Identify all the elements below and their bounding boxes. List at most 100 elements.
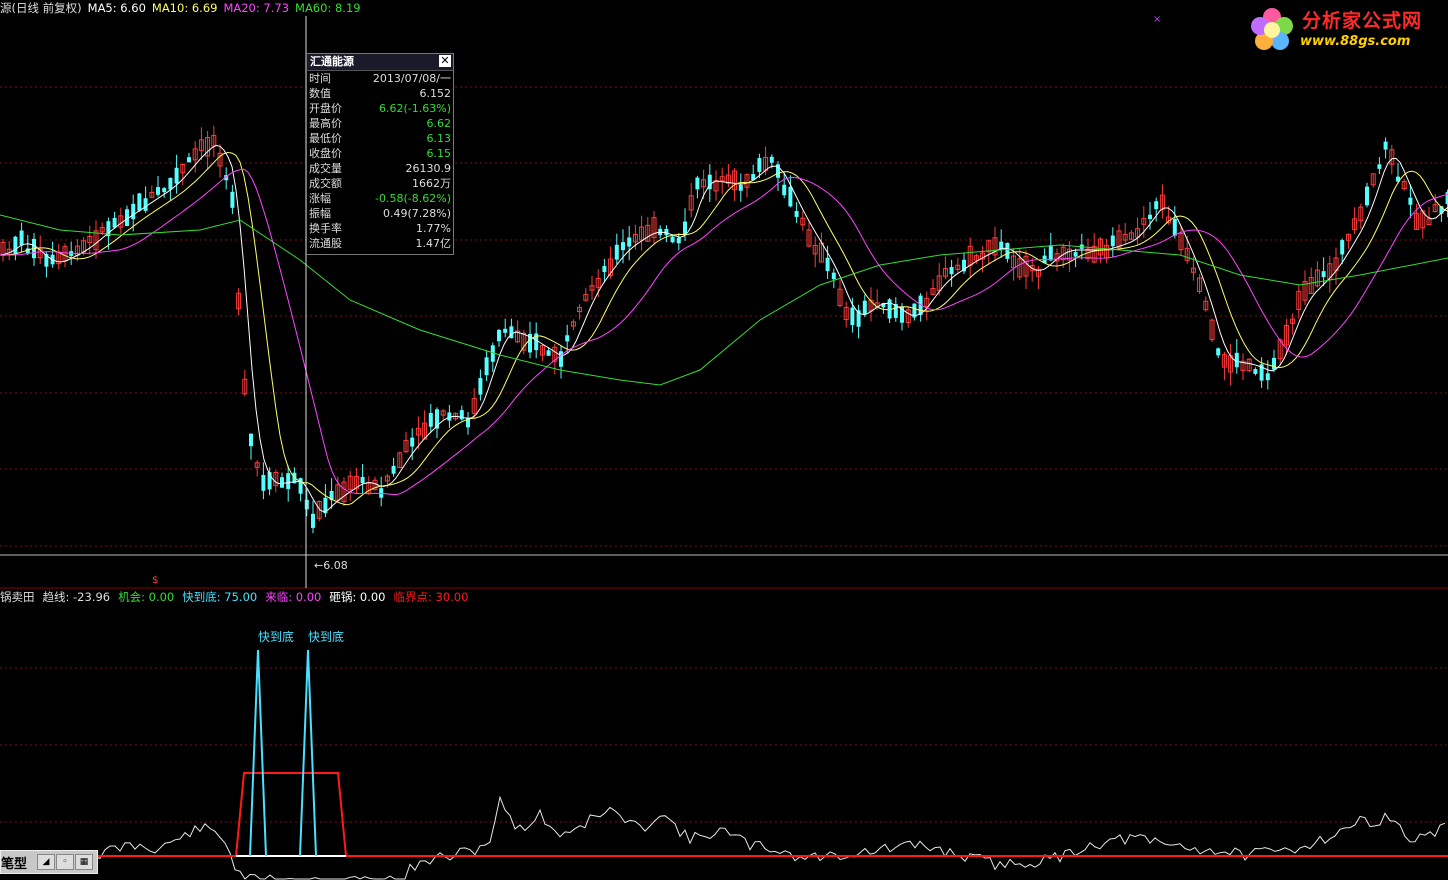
toolbar-button-3[interactable]: ▦: [75, 854, 93, 870]
candle-body: [13, 236, 18, 254]
tooltip-title: 汇通能源: [310, 55, 354, 68]
candle-body: [1340, 240, 1345, 255]
low-price-value: 6.08: [323, 559, 348, 572]
candle-body: [162, 188, 167, 193]
candle-body: [621, 242, 625, 251]
candle-body: [850, 307, 855, 326]
indicator-header: 锅卖田 趋线: -23.96 机会: 0.00 快到底: 75.00 来临: 0.00 砸…: [0, 589, 476, 605]
ma10-label: MA10: 6.69: [151, 1, 218, 15]
tooltip-row: 成交额 1662万: [307, 176, 453, 191]
candle-body: [788, 186, 793, 207]
tooltip-row-label: 最高价: [309, 117, 342, 130]
critical-label: 临界点: 30.00: [393, 590, 469, 604]
near-bottom-label: 快到底: 75.00: [182, 590, 258, 604]
candle-body: [410, 437, 415, 447]
tooltip-row-value: 1.47亿: [415, 237, 452, 250]
tooltip-row: 流通股 1.47亿: [307, 236, 453, 251]
trend-line: [94, 795, 1446, 880]
candle-body: [280, 477, 284, 488]
tooltip-row-label: 最低价: [309, 132, 342, 145]
tooltip-row-value: 0.49(7.28%): [382, 207, 451, 220]
logo-title: 分析家公式网: [1302, 10, 1423, 32]
tooltip-row-value: 6.62(-1.63%): [379, 102, 451, 115]
tooltip-row-value: -0.58(-8.62%): [375, 192, 451, 205]
tooltip-row: 涨幅 -0.58(-8.62%): [307, 191, 453, 206]
tooltip-row-label: 开盘价: [309, 102, 342, 115]
candle-body: [391, 465, 396, 474]
candle-body: [1265, 373, 1270, 381]
tooltip-row-value: 26130.9: [405, 162, 452, 175]
candle-body: [131, 203, 136, 220]
candle-body: [1272, 357, 1276, 370]
signal-label-2: 快到底: [308, 630, 345, 644]
candle-body: [187, 157, 191, 163]
low-price-marker: ←6.08: [314, 559, 348, 572]
main-header: 源(日线 前复权) MA5: 6.60 MA10: 6.69 MA20: 7.73 MA…: [0, 0, 367, 16]
ma10-line: [0, 151, 1448, 506]
tooltip-row-label: 收盘价: [309, 147, 342, 160]
toolbar-label: 笔型: [1, 857, 28, 872]
trend-label: 趋线: -23.96: [42, 590, 111, 604]
candle-body: [497, 329, 501, 342]
tooltip-row-label: 换手率: [309, 222, 342, 235]
tooltip-row: 最低价 6.13: [307, 131, 453, 146]
tooltip-row-value: 6.62: [426, 117, 452, 130]
candle-body: [1073, 252, 1078, 257]
candle-body: [1321, 271, 1326, 278]
toolbar-button-1[interactable]: ◢: [37, 854, 55, 870]
price-chart[interactable]: $×: [0, 0, 1448, 880]
candle-body: [1408, 197, 1413, 205]
candle-body: [794, 211, 799, 217]
tooltip-row-label: 成交额: [309, 177, 342, 190]
candle-body: [1110, 235, 1115, 247]
candle-body: [602, 266, 607, 273]
tooltip-rows: 时间 2013/07/08/一 数值 6.152 开盘价 6.62(-1.63%) 最高价 6…: [307, 71, 453, 251]
toolbar-button-2[interactable]: ◦: [56, 854, 74, 870]
candle-body: [1154, 201, 1159, 210]
indicator-name: 锅卖田: [0, 590, 35, 604]
candle-body: [1234, 352, 1239, 368]
tooltip-row-label: 流通股: [309, 237, 342, 250]
tooltip-row-value: 1662万: [412, 177, 451, 190]
tooltip-row: 数值 6.152: [307, 86, 453, 101]
candle-body: [546, 350, 551, 356]
data-tooltip: 汇通能源 ✕ 时间 2013/07/08/一 数值 6.152 开盘价 6.62(-1.6…: [306, 53, 454, 255]
close-icon[interactable]: ✕: [439, 55, 451, 67]
candle-body: [478, 378, 483, 395]
candle-body: [1172, 218, 1177, 236]
candle-body: [286, 473, 291, 490]
near-bottom-spike: [249, 649, 267, 857]
drawing-toolbar: 笔型 ◢ ◦ ▦: [0, 850, 98, 874]
ma20-label: MA20: 7.73: [223, 1, 290, 15]
candle-body: [1253, 369, 1258, 374]
tooltip-header: 汇通能源 ✕: [307, 54, 453, 71]
candle-body: [311, 513, 315, 528]
chart-stage[interactable]: $ ×: [0, 0, 1448, 880]
ma60-label: MA60: 8.19: [295, 1, 361, 15]
tooltip-row: 收盘价 6.15: [307, 146, 453, 161]
candle-body: [112, 217, 117, 228]
candle-body: [1005, 242, 1010, 259]
candle-body: [782, 184, 787, 196]
tooltip-row: 时间 2013/07/08/一: [307, 71, 453, 86]
candle-body: [143, 198, 148, 211]
candle-body: [249, 433, 253, 447]
signal-label-1: 快到底: [258, 630, 295, 644]
main-title: 源(日线 前复权): [0, 1, 82, 15]
candle-body: [1048, 245, 1053, 261]
candle-body: [627, 237, 632, 247]
candle-body: [565, 335, 570, 342]
candle-body: [769, 156, 774, 163]
tooltip-row-label: 数值: [309, 87, 331, 100]
candle-body: [949, 267, 954, 275]
candle-body: [509, 326, 514, 339]
candle-body: [156, 187, 160, 195]
candle-body: [1365, 186, 1369, 206]
candle-body: [695, 177, 700, 190]
tooltip-row-value: 2013/07/08/一: [372, 72, 451, 85]
tooltip-row-value: 6.15: [426, 147, 452, 160]
candle-body: [757, 158, 762, 172]
candle-body: [503, 328, 508, 333]
coming-label: 来临: 0.00: [265, 590, 322, 604]
candle-body: [137, 193, 142, 211]
